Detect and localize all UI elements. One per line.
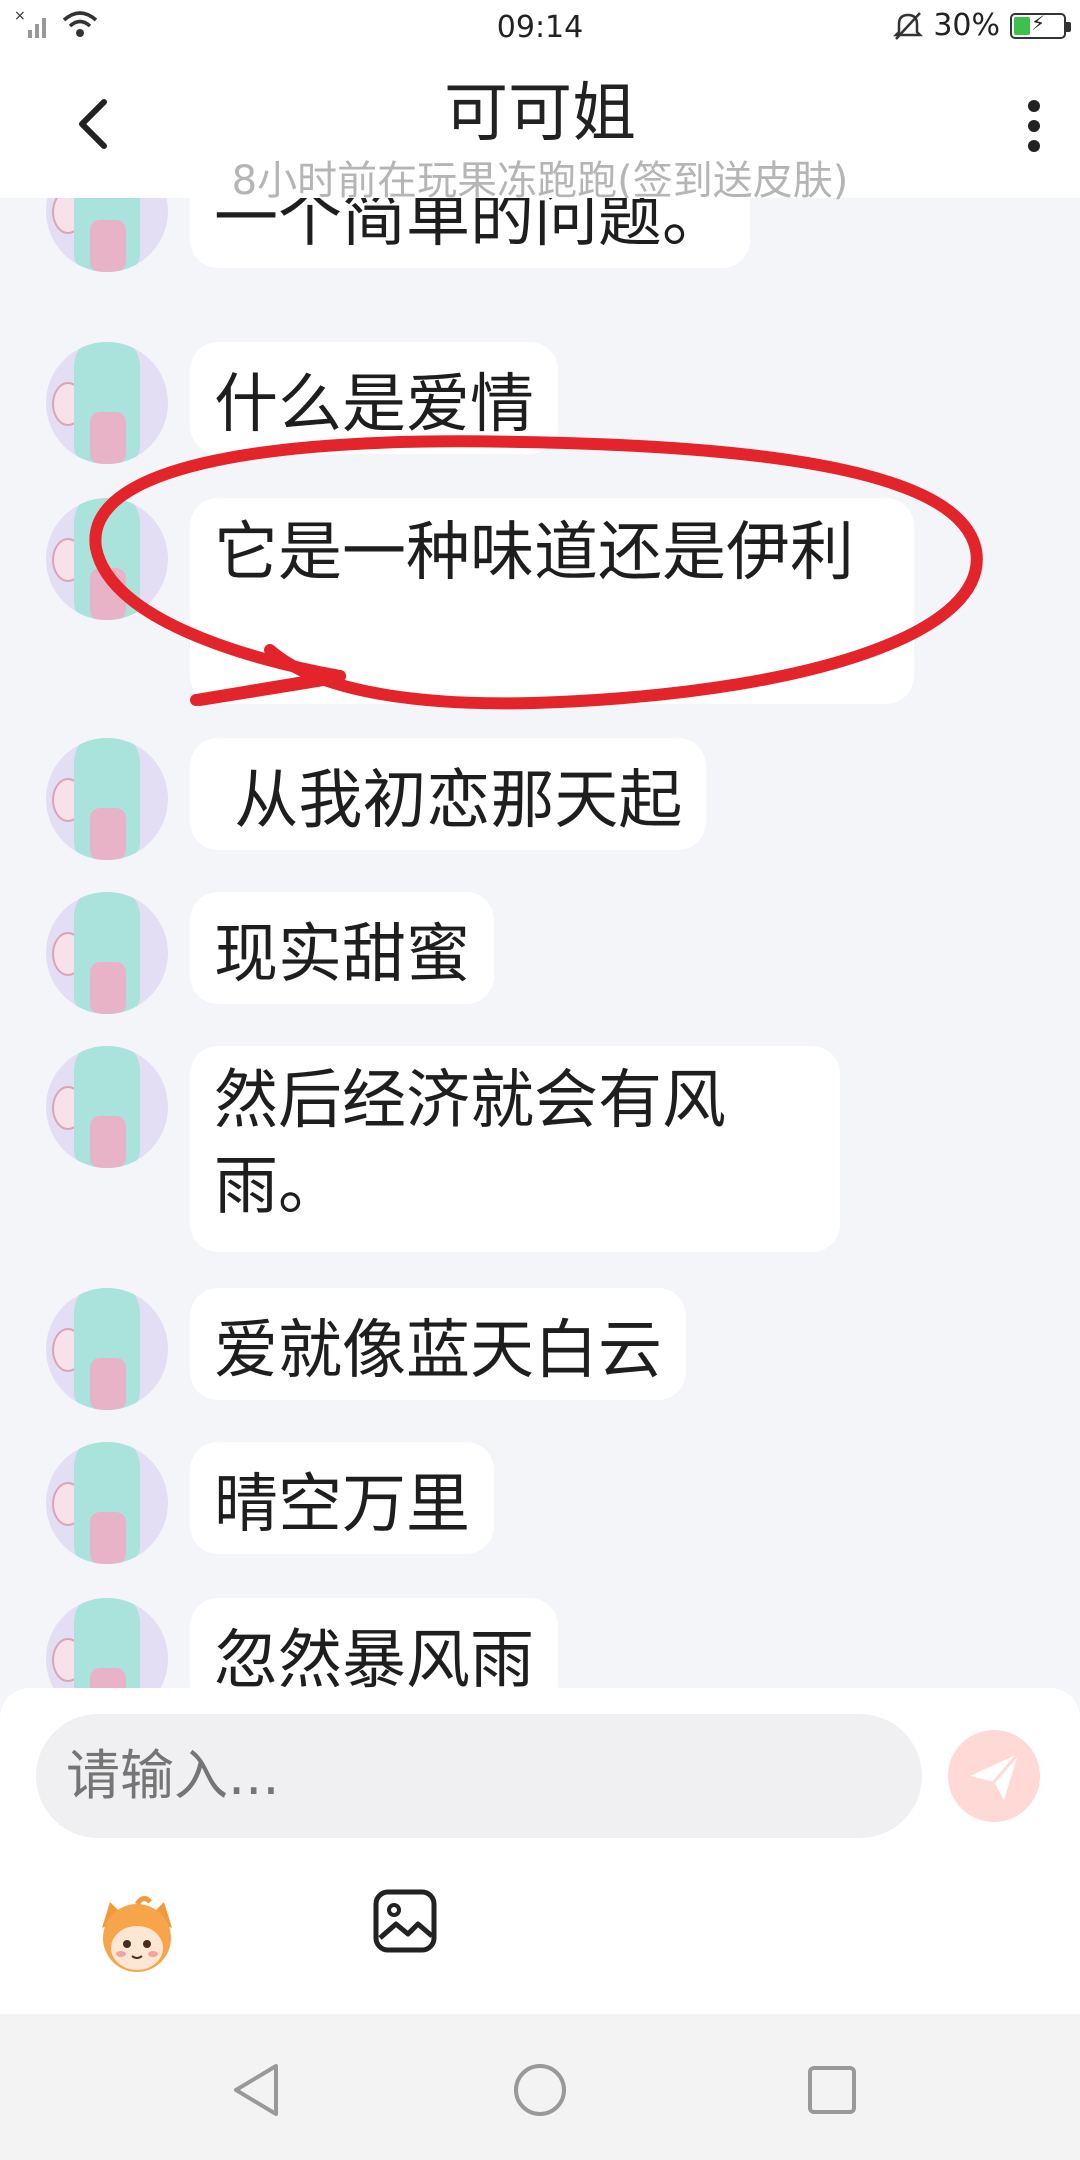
avatar[interactable] [46,198,168,272]
nav-recents-icon[interactable] [804,2062,860,2118]
message-composer [0,1688,1080,2014]
message-bubble[interactable]: 忽然暴风雨 [190,1598,558,1688]
emoji-mascot-icon[interactable] [92,1888,182,1978]
mute-bell-icon [893,11,924,40]
avatar[interactable] [46,342,168,464]
message-input[interactable] [36,1714,922,1838]
status-bar: × 09:14 30% ⚡ [0,0,1080,56]
image-picker-icon[interactable] [372,1888,438,1954]
avatar[interactable] [46,892,168,1014]
message-row: 一个简单的问题。 [46,198,750,272]
message-row: 它是一种味道还是伊利 [46,498,914,704]
avatar[interactable] [46,1288,168,1410]
avatar[interactable] [46,1046,168,1168]
message-bubble[interactable]: 它是一种味道还是伊利 [190,498,914,704]
avatar[interactable] [46,1442,168,1564]
message-row: 从我初恋那天起 [46,738,707,860]
message-bubble[interactable]: 从我初恋那天起 [190,738,707,850]
message-bubble[interactable]: 现实甜蜜 [190,892,494,1004]
message-row: 现实甜蜜 [46,892,494,1014]
avatar[interactable] [46,1598,168,1688]
message-bubble[interactable]: 什么是爱情 [190,342,558,454]
message-bubble[interactable]: 爱就像蓝天白云 [190,1288,686,1400]
more-options-icon[interactable] [1014,96,1054,156]
chat-message-list[interactable]: 一个简单的问题。 什么是爱情 它是一种味道还是伊利 从我初恋那天起 现实甜蜜 然… [0,198,1080,1688]
nav-home-icon[interactable] [512,2062,568,2118]
message-row: 然后经济就会有风雨。 [46,1046,840,1252]
avatar[interactable] [46,738,168,860]
contact-name: 可可姐 [444,77,636,151]
status-right: 30% ⚡ [893,8,1071,43]
battery-percent: 30% [933,8,1000,43]
chat-header: 可可姐 8小时前在玩果冻跑跑(签到送皮肤) [0,56,1080,204]
send-icon[interactable] [948,1730,1040,1822]
message-bubble[interactable]: 晴空万里 [190,1442,494,1554]
message-row: 什么是爱情 [46,342,558,464]
battery-charging-icon: ⚡ [1010,11,1071,39]
system-nav-bar [0,2014,1080,2160]
message-bubble[interactable]: 然后经济就会有风雨。 [190,1046,840,1252]
nav-back-icon[interactable] [228,2062,284,2118]
avatar[interactable] [46,498,168,620]
message-bubble[interactable]: 一个简单的问题。 [190,198,750,268]
message-row: 爱就像蓝天白云 [46,1288,686,1410]
message-row: 晴空万里 [46,1442,494,1564]
message-row: 忽然暴风雨 [46,1598,558,1688]
